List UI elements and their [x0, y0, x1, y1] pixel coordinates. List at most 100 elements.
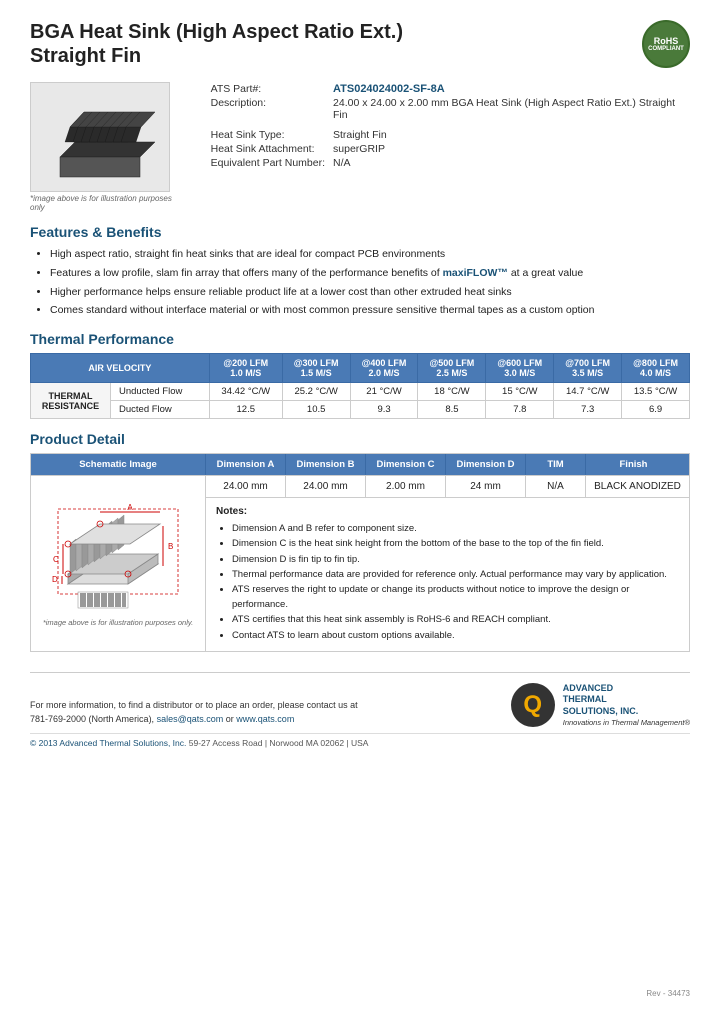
product-image-box — [30, 82, 170, 192]
product-image-section: *image above is for illustration purpose… — [30, 82, 187, 212]
heat-sink-type-value: Straight Fin — [329, 128, 690, 142]
thermal-table: AIR VELOCITY @200 LFM 1.0 M/S @300 LFM 1… — [30, 353, 690, 419]
col-600lfm: @600 LFM 3.0 M/S — [486, 354, 554, 383]
product-image-note: *image above is for illustration purpose… — [30, 194, 187, 212]
product-details-table: ATS Part#: ATS024024002-SF-8A Descriptio… — [207, 82, 690, 170]
attachment-value: superGRIP — [329, 142, 690, 156]
footer-tagline: Innovations in Thermal Management® — [563, 718, 690, 727]
dim-b-col-header: Dimension B — [286, 454, 366, 475]
footer-email-link[interactable]: sales@qats.com — [157, 714, 224, 724]
finish-col-header: Finish — [586, 454, 681, 475]
note-7: Contact ATS to learn about custom option… — [232, 628, 679, 643]
feature-item-2: Features a low profile, slam fin array t… — [50, 265, 690, 282]
footer-content: For more information, to find a distribu… — [30, 683, 690, 727]
pd-values-section: 24.00 mm 24.00 mm 2.00 mm 24 mm N/A BLAC… — [206, 476, 689, 651]
equiv-part-value: N/A — [329, 156, 690, 170]
notes-section: Notes: Dimension A and B refer to compon… — [206, 498, 689, 651]
rohs-badge: RoHS COMPLIANT — [642, 20, 690, 68]
dim-a-value: 24.00 mm — [206, 476, 286, 497]
svg-text:D: D — [52, 575, 58, 584]
footer-bottom: © 2013 Advanced Thermal Solutions, Inc. … — [30, 733, 690, 748]
ducted-val-6: 6.9 — [622, 401, 690, 419]
col-500lfm: @500 LFM 2.5 M/S — [418, 354, 486, 383]
features-list: High aspect ratio, straight fin heat sin… — [30, 246, 690, 319]
unducted-flow-label: Unducted Flow — [111, 383, 210, 401]
unducted-val-3: 18 °C/W — [418, 383, 486, 401]
footer-left: For more information, to find a distribu… — [30, 698, 358, 727]
feature-text-2: Features a low profile, slam fin array t… — [50, 267, 583, 279]
col-200lfm: @200 LFM 1.0 M/S — [209, 354, 282, 383]
ducted-val-1: 10.5 — [282, 401, 350, 419]
ducted-val-3: 8.5 — [418, 401, 486, 419]
part-number: ATS024024002-SF-8A — [333, 83, 445, 95]
note-4: Thermal performance data are provided fo… — [232, 567, 679, 582]
finish-value: BLACK ANODIZED — [586, 476, 689, 497]
product-detail-header-row: Schematic Image Dimension A Dimension B … — [31, 454, 689, 475]
air-velocity-header: AIR VELOCITY — [31, 354, 210, 383]
note-3: Dimension D is fin tip to fin tip. — [232, 552, 679, 567]
notes-list: Dimension A and B refer to component siz… — [216, 521, 679, 643]
note-6: ATS certifies that this heat sink assemb… — [232, 612, 679, 627]
tim-col-header: TIM — [526, 454, 586, 475]
footer-address: 59-27 Access Road | Norwood MA 02062 | U… — [189, 738, 369, 748]
schematic-col-header: Schematic Image — [31, 454, 206, 475]
footer: For more information, to find a distribu… — [30, 672, 690, 748]
page: RoHS COMPLIANT BGA Heat Sink (High Aspec… — [0, 0, 720, 1012]
ducted-val-2: 9.3 — [350, 401, 418, 419]
footer-q-icon: Q — [511, 683, 555, 727]
col-400lfm: @400 LFM 2.0 M/S — [350, 354, 418, 383]
dim-c-col-header: Dimension C — [366, 454, 446, 475]
product-image — [45, 92, 155, 182]
dim-d-value: 24 mm — [446, 476, 526, 497]
unducted-val-5: 14.7 °C/W — [554, 383, 622, 401]
product-info-section: *image above is for illustration purpose… — [30, 82, 690, 212]
tim-value: N/A — [526, 476, 586, 497]
attachment-label: Heat Sink Attachment: — [207, 142, 329, 156]
ducted-val-0: 12.5 — [209, 401, 282, 419]
part-label: ATS Part#: — [207, 82, 329, 96]
footer-copyright: © 2013 Advanced Thermal Solutions, Inc. — [30, 738, 186, 748]
col-300lfm: @300 LFM 1.5 M/S — [282, 354, 350, 383]
svg-text:A: A — [127, 503, 133, 512]
schematic-svg: A B C D — [48, 484, 188, 614]
ducted-val-5: 7.3 — [554, 401, 622, 419]
product-detail-data-row: A B C D — [31, 475, 689, 651]
schematic-cell: A B C D — [31, 476, 206, 651]
footer-company-name: ADVANCED THERMAL SOLUTIONS, INC. — [563, 683, 690, 718]
equiv-part-label: Equivalent Part Number: — [207, 156, 329, 170]
footer-ats-info: ADVANCED THERMAL SOLUTIONS, INC. Innovat… — [563, 683, 690, 727]
note-2: Dimension C is the heat sink height from… — [232, 536, 679, 551]
description-label: Description: — [207, 96, 329, 122]
product-detail-section: Schematic Image Dimension A Dimension B … — [30, 453, 690, 652]
feature-item-4: Comes standard without interface materia… — [50, 302, 690, 319]
unducted-val-4: 15 °C/W — [486, 383, 554, 401]
footer-contact-details: 781-769-2000 (North America), sales@qats… — [30, 712, 358, 726]
dim-c-value: 2.00 mm — [366, 476, 446, 497]
footer-contact-text: For more information, to find a distribu… — [30, 698, 358, 712]
dim-d-col-header: Dimension D — [446, 454, 526, 475]
col-700lfm: @700 LFM 3.5 M/S — [554, 354, 622, 383]
ducted-val-4: 7.8 — [486, 401, 554, 419]
feature-item-3: Higher performance helps ensure reliable… — [50, 284, 690, 301]
svg-text:B: B — [168, 542, 173, 551]
col-800lfm: @800 LFM 4.0 M/S — [622, 354, 690, 383]
footer-website-link[interactable]: www.qats.com — [236, 714, 294, 724]
unducted-val-1: 25.2 °C/W — [282, 383, 350, 401]
dim-b-value: 24.00 mm — [286, 476, 366, 497]
note-5: ATS reserves the right to update or chan… — [232, 582, 679, 612]
footer-logo: Q ADVANCED THERMAL SOLUTIONS, INC. Innov… — [511, 683, 690, 727]
thermal-section-title: Thermal Performance — [30, 331, 690, 347]
unducted-val-0: 34.42 °C/W — [209, 383, 282, 401]
unducted-val-6: 13.5 °C/W — [622, 383, 690, 401]
thermal-resistance-label: THERMAL RESISTANCE — [31, 383, 111, 419]
feature-item-1: High aspect ratio, straight fin heat sin… — [50, 246, 690, 263]
rohs-sub: COMPLIANT — [648, 46, 684, 52]
rohs-text: RoHS — [654, 36, 679, 46]
page-title: BGA Heat Sink (High Aspect Ratio Ext.) S… — [30, 20, 690, 68]
description-value: 24.00 x 24.00 x 2.00 mm BGA Heat Sink (H… — [329, 96, 690, 122]
pd-top-values-row: 24.00 mm 24.00 mm 2.00 mm 24 mm N/A BLAC… — [206, 476, 689, 498]
note-1: Dimension A and B refer to component siz… — [232, 521, 679, 536]
dim-a-col-header: Dimension A — [206, 454, 286, 475]
ducted-flow-label: Ducted Flow — [111, 401, 210, 419]
product-detail-title: Product Detail — [30, 431, 690, 447]
